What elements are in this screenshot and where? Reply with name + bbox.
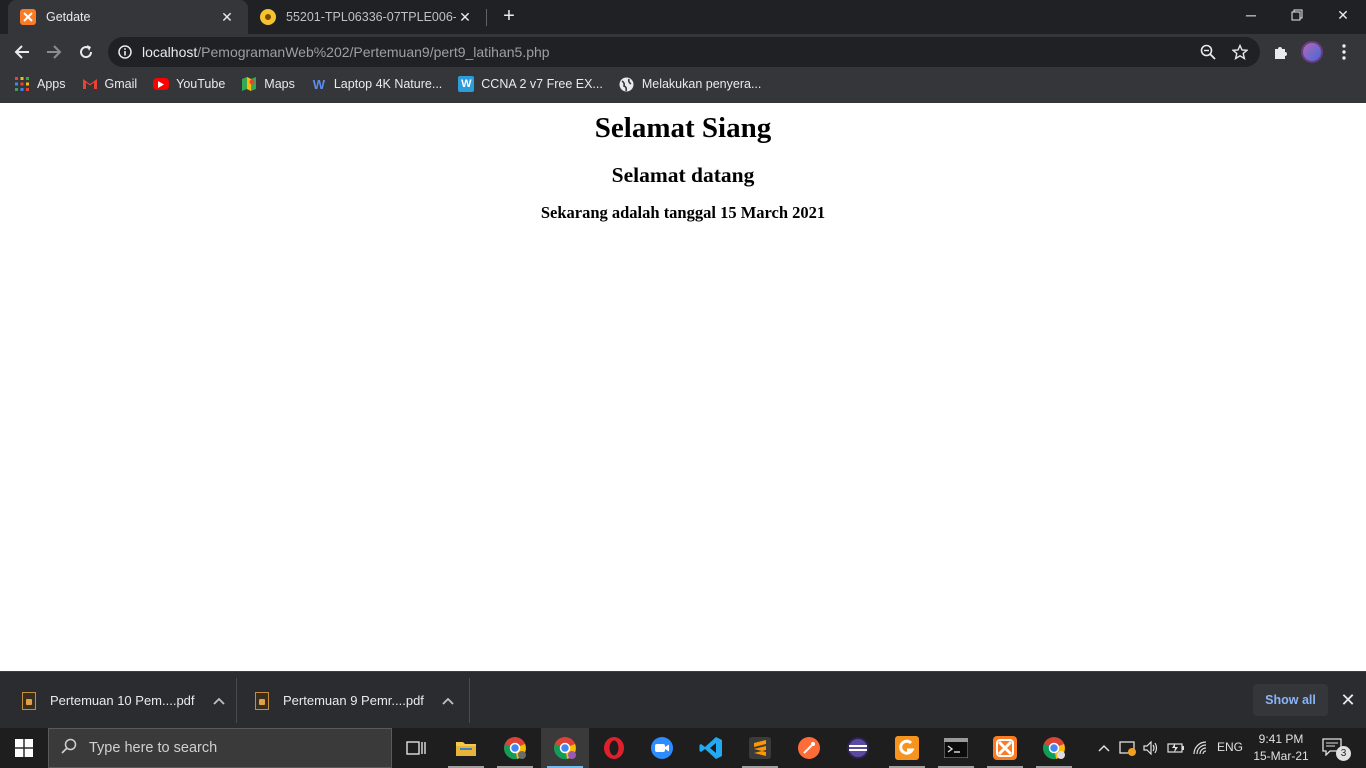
apps-grid-icon (14, 76, 30, 92)
downloads-bar: Pertemuan 10 Pem....pdf Pertemuan 9 Pemr… (0, 671, 1366, 728)
download-item[interactable]: Pertemuan 9 Pemr....pdf (255, 672, 454, 729)
pdf-file-icon (22, 691, 36, 710)
bookmark-ccna[interactable]: W CCNA 2 v7 Free EX... (458, 76, 603, 92)
windows-taskbar: Type here to search ENG 9:41 PM 15-Mar-2… (0, 728, 1366, 768)
xampp-icon[interactable] (981, 728, 1029, 768)
security-tray-icon[interactable] (1118, 738, 1138, 758)
profile-avatar[interactable] (1298, 38, 1326, 66)
download-separator (236, 678, 237, 723)
task-view-icon[interactable] (392, 728, 440, 768)
avatar (1301, 41, 1323, 63)
tab-strip: Getdate ✕ 55201-TPL06336-07TPLE006-2021 … (0, 0, 1366, 34)
tab-getdate[interactable]: Getdate ✕ (8, 0, 248, 34)
terminal-icon[interactable] (932, 728, 980, 768)
reload-icon[interactable] (72, 38, 100, 66)
download-filename: Pertemuan 10 Pem....pdf (50, 693, 195, 708)
chevron-up-icon[interactable] (442, 694, 454, 708)
gretl-app-icon[interactable] (883, 728, 931, 768)
back-icon[interactable] (8, 38, 36, 66)
forward-icon[interactable] (40, 38, 68, 66)
bookmark-maps[interactable]: Maps (241, 76, 295, 92)
clock-time: 9:41 PM (1258, 732, 1304, 746)
download-item[interactable]: Pertemuan 10 Pem....pdf (22, 672, 225, 729)
battery-icon[interactable] (1166, 738, 1186, 758)
action-center-icon[interactable]: 3 (1322, 738, 1351, 761)
bookmark-label: Laptop 4K Nature... (333, 77, 443, 91)
bookmark-label: Apps (37, 77, 66, 91)
url-path: /PemogramanWeb%202/Pertemuan9/pert9_lati… (197, 44, 550, 60)
sublime-text-icon[interactable] (736, 728, 784, 768)
system-clock[interactable]: 9:41 PM 15-Mar-21 (1250, 731, 1312, 765)
university-favicon-icon (260, 9, 276, 25)
chevron-up-icon[interactable] (212, 694, 225, 708)
volume-icon[interactable] (1141, 738, 1161, 758)
show-all-button[interactable]: Show all (1253, 684, 1328, 716)
taskbar-search[interactable]: Type here to search (48, 728, 392, 768)
clock-date: 15-Mar-21 (1253, 749, 1309, 763)
gmail-icon (82, 76, 98, 92)
windows-start-icon[interactable] (0, 728, 48, 768)
bookmark-star-icon[interactable] (1231, 43, 1249, 60)
close-window-icon[interactable]: ✕ (1320, 0, 1366, 30)
maps-icon (241, 76, 257, 92)
bookmark-laptop-wallpaper[interactable]: W Laptop 4K Nature... (311, 76, 443, 92)
bookmark-melakukan[interactable]: Melakukan penyera... (619, 76, 762, 92)
download-separator (469, 678, 470, 723)
bookmarks-bar: Apps Gmail YouTube Maps W Laptop 4K Natu… (0, 70, 1366, 98)
minimize-icon[interactable]: ─ (1228, 0, 1274, 30)
tab-lms[interactable]: 55201-TPL06336-07TPLE006-2021 ✕ (248, 0, 486, 34)
tab-title: 55201-TPL06336-07TPLE006-2021 (286, 10, 456, 24)
pdf-file-icon (255, 691, 269, 710)
zoom-icon[interactable] (1200, 44, 1216, 60)
w-blue-icon: W (458, 76, 475, 92)
tab-title: Getdate (46, 10, 91, 24)
bookmark-youtube[interactable]: YouTube (153, 77, 225, 91)
chrome-alt-icon[interactable] (1030, 728, 1078, 768)
download-filename: Pertemuan 9 Pemr....pdf (283, 693, 424, 708)
opera-icon[interactable] (590, 728, 638, 768)
browser-toolbar: localhost/PemogramanWeb%202/Pertemuan9/p… (0, 34, 1366, 70)
page-content: Selamat Siang Selamat datang Sekarang ad… (0, 103, 1366, 671)
url-host: localhost (142, 44, 198, 60)
bookmark-label: CCNA 2 v7 Free EX... (481, 77, 603, 91)
postman-icon[interactable] (785, 728, 833, 768)
xampp-favicon-icon (20, 9, 36, 25)
language-indicator[interactable]: ENG (1217, 740, 1243, 754)
file-explorer-icon[interactable] (442, 728, 490, 768)
address-bar[interactable]: localhost/PemogramanWeb%202/Pertemuan9/p… (108, 37, 1260, 67)
w-site-icon: W (312, 76, 325, 92)
url-text: localhost/PemogramanWeb%202/Pertemuan9/p… (142, 44, 550, 60)
bookmark-label: YouTube (176, 77, 226, 91)
search-icon (61, 738, 77, 758)
bookmark-label: Gmail (104, 77, 138, 91)
tab-separator (486, 9, 487, 26)
menu-kebab-icon[interactable] (1330, 38, 1358, 66)
greeting-heading: Selamat Siang (594, 112, 772, 144)
restore-icon[interactable] (1274, 0, 1320, 30)
bookmark-gmail[interactable]: Gmail (82, 76, 138, 92)
zoom-app-icon[interactable] (638, 728, 686, 768)
youtube-icon (153, 78, 170, 90)
bookmark-label: Maps (264, 77, 295, 91)
tab-close-icon[interactable]: ✕ (456, 9, 474, 26)
globe-icon (619, 76, 635, 92)
eclipse-icon[interactable] (834, 728, 882, 768)
new-tab-icon[interactable]: + (498, 5, 520, 29)
bookmark-apps[interactable]: Apps (14, 76, 66, 92)
notification-badge: 3 (1336, 746, 1351, 761)
date-heading: Sekarang adalah tanggal 15 March 2021 (540, 203, 826, 222)
search-placeholder: Type here to search (89, 740, 218, 756)
extensions-puzzle-icon[interactable] (1266, 38, 1294, 66)
site-info-icon[interactable] (108, 45, 142, 59)
chevron-up-icon[interactable] (1094, 738, 1114, 758)
chrome-active-icon[interactable] (541, 728, 589, 768)
vscode-icon[interactable] (687, 728, 735, 768)
welcome-heading: Selamat datang (611, 163, 755, 187)
close-downloads-icon[interactable]: ✕ (1336, 688, 1360, 712)
wifi-icon[interactable] (1191, 738, 1211, 758)
bookmark-label: Melakukan penyera... (641, 77, 762, 91)
chrome-profile-icon[interactable] (491, 728, 539, 768)
tab-close-icon[interactable]: ✕ (218, 9, 236, 26)
